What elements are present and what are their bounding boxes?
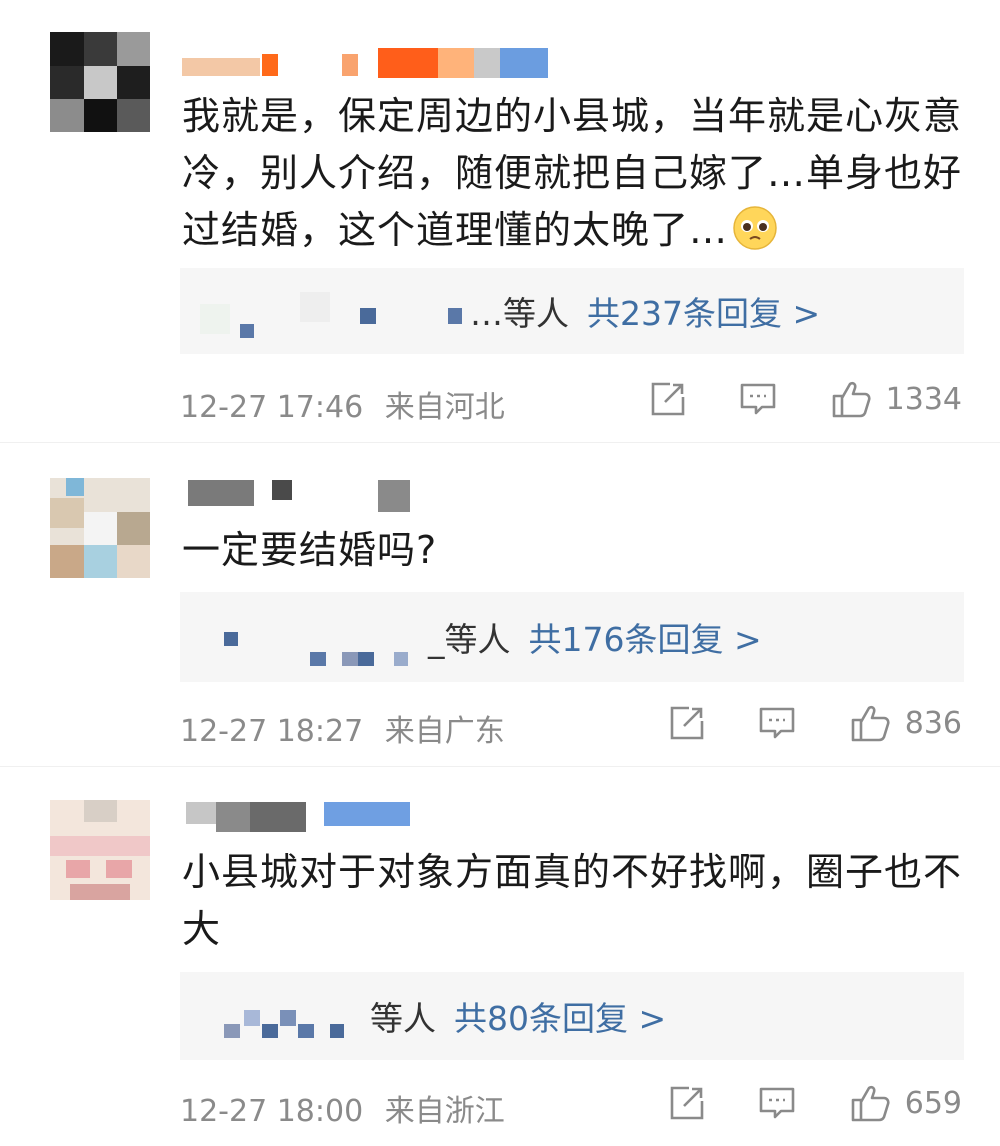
replies-preview[interactable]: 等人 共80条回复 > [180, 972, 964, 1060]
replies-count-link[interactable]: 共176条回复 > [529, 620, 762, 659]
divider [0, 442, 1000, 443]
like-button[interactable]: 1334 [830, 378, 962, 420]
replies-more-link[interactable]: _等人 共176条回复 > [428, 613, 762, 661]
like-button[interactable]: 659 [849, 1082, 962, 1124]
comment-item: 小县城对于对象方面真的不好找啊，圈子也不大 等人 共80条回复 > 12-27 1… [0, 768, 1000, 1146]
location: 来自浙江 [384, 1094, 505, 1129]
replies-preview[interactable]: _等人 共176条回复 > [180, 592, 964, 682]
avatar[interactable] [50, 478, 150, 578]
username-blurred[interactable] [182, 48, 552, 80]
share-icon[interactable] [648, 379, 688, 419]
username-blurred[interactable] [182, 480, 412, 512]
like-button[interactable]: 836 [849, 702, 962, 744]
comment-text: 小县城对于对象方面真的不好找啊，圈子也不大 [182, 850, 963, 951]
replies-suffix: _等人 [428, 620, 511, 659]
location: 来自广东 [384, 714, 505, 749]
thumbs-up-icon [851, 1085, 890, 1122]
share-icon[interactable] [667, 703, 707, 743]
avatar[interactable] [50, 800, 150, 900]
replies-count-link[interactable]: 共80条回复 > [454, 999, 666, 1038]
comment-icon[interactable] [757, 703, 797, 743]
action-bar: 836 [667, 702, 962, 744]
share-icon[interactable] [667, 1083, 707, 1123]
timestamp: 12-27 18:27 [180, 714, 364, 749]
comment-meta: 12-27 17:46 来自河北 [180, 382, 505, 426]
divider [0, 766, 1000, 767]
username-blurred[interactable] [182, 802, 412, 834]
timestamp: 12-27 18:00 [180, 1094, 364, 1129]
thumbs-up-icon [851, 705, 890, 742]
like-count: 659 [904, 1085, 962, 1121]
like-count: 1334 [885, 381, 962, 417]
pleading-face-emoji [733, 206, 777, 250]
timestamp: 12-27 17:46 [180, 390, 364, 425]
avatar[interactable] [50, 32, 150, 132]
action-bar: 659 [667, 1082, 962, 1124]
replies-more-link[interactable]: …等人 共237条回复 > [470, 287, 820, 335]
thumbs-up-icon [832, 381, 871, 418]
comment-meta: 12-27 18:00 来自浙江 [180, 1086, 505, 1130]
like-count: 836 [904, 705, 962, 741]
comment-text: 我就是，保定周边的小县城，当年就是心灰意冷，别人介绍，随便就把自己嫁了…单身也好… [182, 94, 963, 252]
comment-icon[interactable] [738, 379, 778, 419]
replies-count-link[interactable]: 共237条回复 > [587, 294, 820, 333]
comment-item: 我就是，保定周边的小县城，当年就是心灰意冷，别人介绍，随便就把自己嫁了…单身也好… [0, 0, 1000, 440]
comment-feed: 我就是，保定周边的小县城，当年就是心灰意冷，别人介绍，随便就把自己嫁了…单身也好… [0, 0, 1000, 1146]
replies-preview[interactable]: …等人 共237条回复 > [180, 268, 964, 354]
replies-more-link[interactable]: 等人 共80条回复 > [370, 992, 666, 1040]
location: 来自河北 [384, 390, 505, 425]
comment-text: 一定要结婚吗? [182, 528, 438, 572]
replies-suffix: 等人 [370, 999, 436, 1038]
comment-item: 一定要结婚吗? _等人 共176条回复 > 12-27 18:27 来自广东 8… [0, 444, 1000, 764]
replies-suffix: …等人 [470, 294, 569, 333]
action-bar: 1334 [648, 378, 962, 420]
comment-meta: 12-27 18:27 来自广东 [180, 706, 505, 750]
comment-icon[interactable] [757, 1083, 797, 1123]
